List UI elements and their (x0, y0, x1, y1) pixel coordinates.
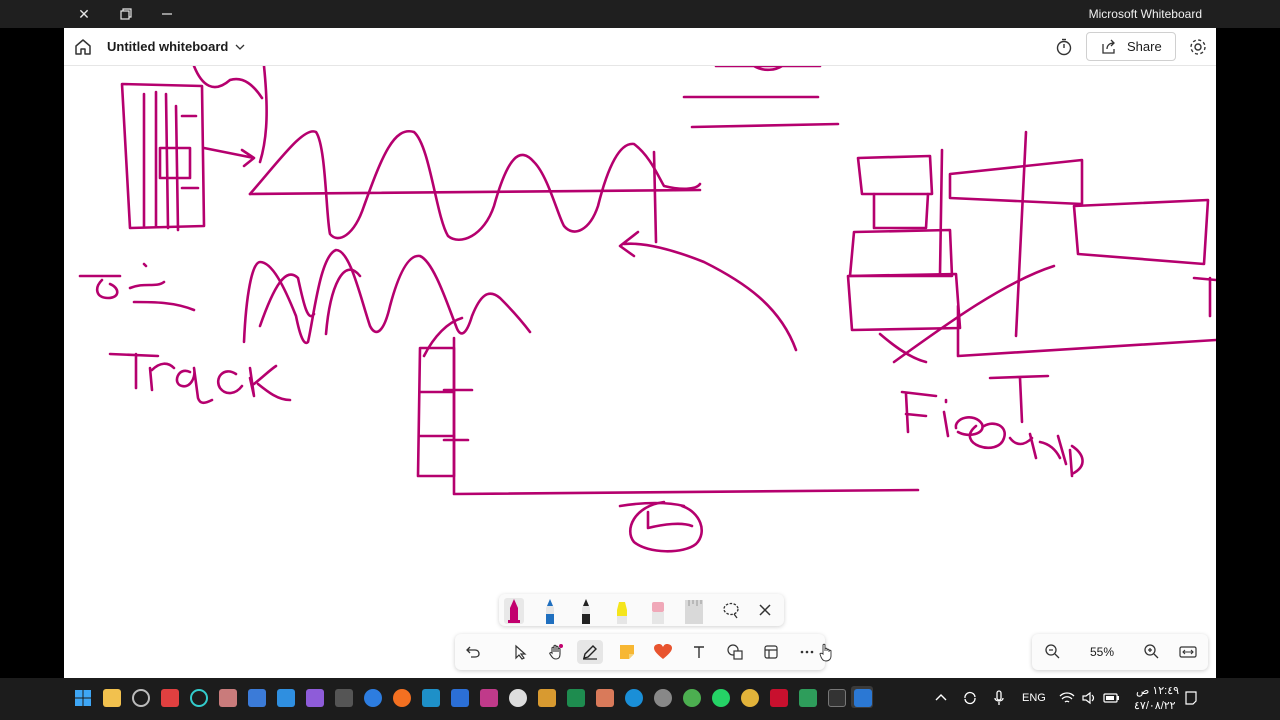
app-icon-9[interactable] (451, 689, 469, 707)
terminal-icon[interactable] (828, 689, 846, 707)
app-icon-10[interactable] (480, 689, 498, 707)
title-bar: ✕ Microsoft Whiteboard (0, 0, 1280, 28)
text-button[interactable] (686, 640, 712, 664)
home-icon[interactable] (72, 36, 94, 58)
clock-time[interactable]: ١٢:٤٩ ص (1136, 684, 1179, 697)
zoom-out-icon[interactable] (1043, 642, 1063, 662)
zoom-bar: 55% (1032, 634, 1208, 670)
heart-icon (654, 644, 672, 659)
magenta-pen-icon[interactable] (503, 596, 525, 626)
file-explorer-icon[interactable] (103, 689, 121, 707)
app-icon-8[interactable] (422, 689, 440, 707)
restore-icon[interactable] (106, 0, 146, 28)
app-icon-3[interactable] (190, 689, 208, 707)
lasso-icon[interactable] (721, 600, 741, 620)
wifi-icon[interactable] (1058, 689, 1076, 707)
app-icon-13[interactable] (596, 689, 614, 707)
blue-pen-icon[interactable] (539, 596, 561, 626)
share-label: Share (1127, 39, 1162, 54)
black-pen-icon[interactable] (575, 596, 597, 626)
more-icon (800, 650, 814, 654)
app-icon-11[interactable] (509, 689, 527, 707)
app-title: Microsoft Whiteboard (1088, 7, 1202, 21)
app-icon-6[interactable] (335, 689, 353, 707)
undo-icon (466, 646, 480, 658)
chrome-icon[interactable] (683, 689, 701, 707)
app-icon-5[interactable] (306, 689, 324, 707)
microphone-icon[interactable] (990, 689, 1008, 707)
whatsapp-icon[interactable] (712, 689, 730, 707)
app-icon-1[interactable] (132, 689, 150, 707)
whiteboard-canvas[interactable] (64, 66, 1216, 678)
close-icon[interactable]: ✕ (64, 0, 104, 28)
minimize-icon[interactable] (147, 0, 187, 28)
timer-icon[interactable] (1054, 37, 1074, 57)
app-icon-12[interactable] (538, 689, 556, 707)
select-button[interactable] (507, 640, 533, 664)
pan-button[interactable] (543, 640, 569, 664)
settings-app-icon[interactable] (654, 689, 672, 707)
mcafee-icon[interactable] (770, 689, 788, 707)
firefox-icon[interactable] (393, 689, 411, 707)
text-icon (694, 646, 704, 658)
clock-date[interactable]: ٤٧/٠٨/٢٢ (1134, 699, 1176, 712)
zoom-level[interactable]: 55% (1090, 645, 1114, 659)
outlook-icon[interactable] (248, 689, 266, 707)
fit-to-screen-icon[interactable] (1178, 642, 1198, 662)
shapes-button[interactable] (722, 640, 748, 664)
close-tray-icon[interactable] (755, 600, 775, 620)
pan-icon (549, 644, 563, 660)
zoom-in-icon[interactable] (1142, 642, 1162, 662)
sticky-note-icon (620, 645, 634, 659)
battery-icon[interactable] (1102, 689, 1120, 707)
edge-icon[interactable] (625, 689, 643, 707)
whiteboard-taskbar-icon[interactable] (854, 689, 872, 707)
app-header: Untitled whiteboard Share (64, 28, 1216, 66)
chevron-down-icon[interactable] (234, 41, 246, 53)
hand-cursor-icon (819, 643, 832, 662)
pen-icon (583, 645, 597, 660)
reaction-button[interactable] (650, 640, 676, 664)
eraser-icon[interactable] (647, 596, 669, 626)
pen-button[interactable] (577, 640, 603, 664)
yellow-highlighter-icon[interactable] (611, 596, 633, 626)
ruler-icon[interactable] (683, 596, 705, 626)
letterbox-right (1216, 28, 1280, 678)
pen-tray (499, 594, 784, 626)
sync-icon[interactable] (961, 689, 979, 707)
shapes-icon (727, 644, 743, 660)
ink-strokes (78, 66, 1216, 553)
main-toolbar (455, 634, 825, 670)
share-button[interactable]: Share (1086, 32, 1176, 61)
chrome-icon-2[interactable] (741, 689, 759, 707)
templates-button[interactable] (758, 640, 784, 664)
app-icon-4[interactable] (219, 689, 237, 707)
chevron-up-icon[interactable] (932, 689, 950, 707)
document-title[interactable]: Untitled whiteboard (107, 39, 228, 54)
undo-button[interactable] (460, 640, 486, 664)
screen: ✕ Microsoft Whiteboard Untitled whiteboa… (0, 0, 1280, 720)
excel-icon[interactable] (567, 689, 585, 707)
windows-start-icon[interactable] (74, 689, 92, 707)
taskbar: ENG ١٢:٤٩ ص ٤٧/٠٨/٢٢ (0, 678, 1280, 720)
templates-icon (764, 645, 778, 659)
more-button[interactable] (794, 640, 820, 664)
gear-icon[interactable] (1188, 37, 1208, 57)
notification-icon[interactable] (1182, 689, 1200, 707)
select-icon (515, 644, 527, 660)
sticky-note-button[interactable] (614, 640, 640, 664)
todo-icon[interactable] (277, 689, 295, 707)
share-icon (1102, 39, 1115, 54)
app-icon-7[interactable] (364, 689, 382, 707)
volume-icon[interactable] (1080, 689, 1098, 707)
language-indicator[interactable]: ENG (1022, 692, 1046, 704)
app-icon-14[interactable] (799, 689, 817, 707)
app-icon-2[interactable] (161, 689, 179, 707)
letterbox-left (0, 28, 64, 678)
